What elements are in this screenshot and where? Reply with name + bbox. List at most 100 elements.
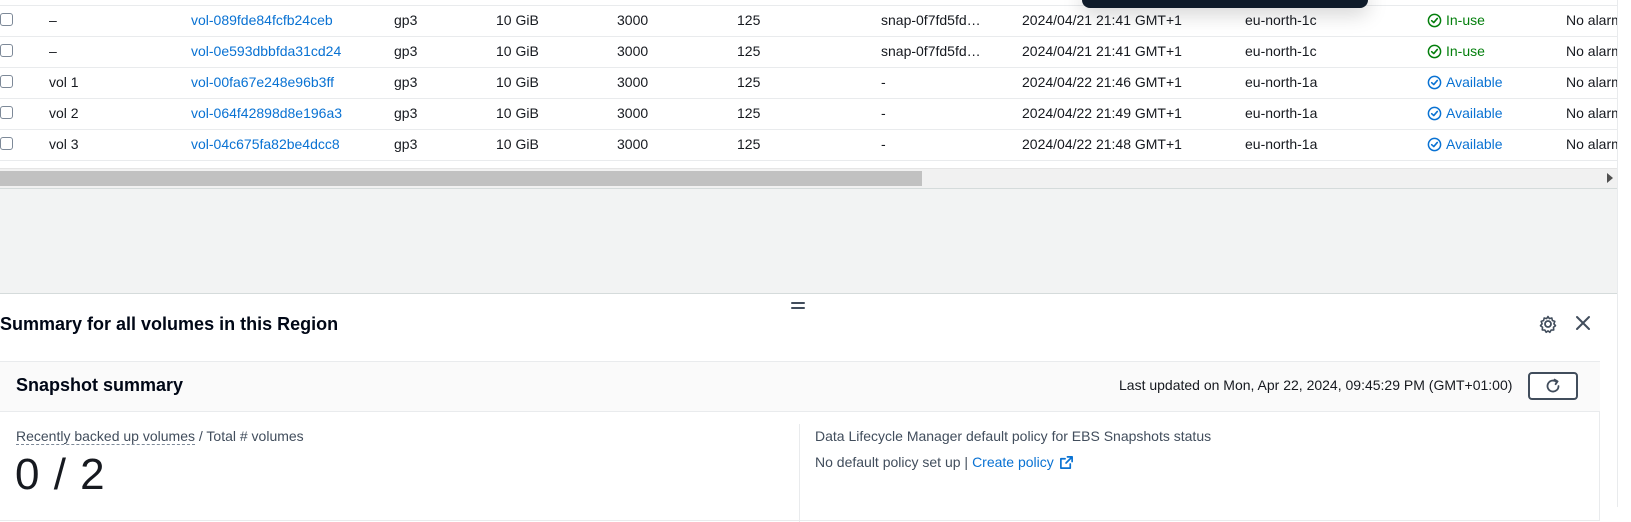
check-circle-icon <box>1427 75 1442 89</box>
volume-alarm-status: No alarms <box>1566 105 1617 121</box>
metric-value: 0 / 2 <box>15 450 106 499</box>
row-checkbox[interactable] <box>0 75 13 88</box>
volume-id-link[interactable]: vol-0e593dbbfda31cd24 <box>191 43 341 59</box>
row-checkbox[interactable] <box>0 106 13 119</box>
volume-state: In-use <box>1427 43 1485 59</box>
check-circle-icon <box>1427 106 1442 120</box>
row-checkbox[interactable] <box>0 13 13 26</box>
volume-name: – <box>49 43 57 59</box>
volumes-table: – vol-089fde84fcfb24ceb gp3 10 GiB 3000 125 sn… <box>0 0 1617 188</box>
volume-az: eu-north-1a <box>1245 136 1318 152</box>
volume-state: In-use <box>1427 12 1485 28</box>
check-circle-icon <box>1427 13 1442 27</box>
last-updated-text: Last updated on Mon, Apr 22, 2024, 09:45… <box>1119 377 1513 393</box>
volume-name: vol 3 <box>49 136 79 152</box>
volume-id-link[interactable]: vol-04c675fa82be4dcc8 <box>191 136 340 152</box>
card-title: Snapshot summary <box>16 375 184 395</box>
volume-created: 2024/04/21 21:41 GMT+1 <box>1022 43 1182 59</box>
volume-type: gp3 <box>394 105 418 121</box>
table-row[interactable]: vol 3 vol-04c675fa82be4dcc8 gp3 10 GiB 3000 1… <box>0 129 1617 161</box>
metric-label: Recently backed up volumes / Total # vol… <box>16 428 304 445</box>
volume-iops: 3000 <box>617 136 649 152</box>
volume-id-link[interactable]: vol-064f42898d8e196a3 <box>191 105 342 121</box>
create-policy-link[interactable]: Create policy <box>972 454 1054 470</box>
volume-iops: 3000 <box>617 43 649 59</box>
volume-size: 10 GiB <box>496 105 539 121</box>
card-header: Snapshot summary Last updated on Mon, Ap… <box>0 362 1600 412</box>
check-circle-icon <box>1427 44 1442 58</box>
volume-iops: 3000 <box>617 74 649 90</box>
dlm-status: No default policy set up | Create policy <box>815 454 1074 470</box>
volume-az: eu-north-1c <box>1245 43 1317 59</box>
volume-throughput: 125 <box>737 136 761 152</box>
volume-throughput: 125 <box>737 43 761 59</box>
volume-name: – <box>49 12 57 28</box>
volume-type: gp3 <box>394 12 418 28</box>
volume-state: Available <box>1427 136 1503 152</box>
close-icon[interactable] <box>1573 313 1593 333</box>
drag-handle-icon[interactable] <box>791 302 805 311</box>
volume-iops: 3000 <box>617 105 649 121</box>
recently-backed-up-link[interactable]: Recently backed up volumes <box>16 428 195 445</box>
volume-alarm-status: No alarms <box>1566 74 1617 90</box>
row-checkbox[interactable] <box>0 44 13 57</box>
scroll-right-arrow-icon[interactable] <box>1607 173 1613 183</box>
split-panel-title: Summary for all volumes in this Region <box>0 314 339 334</box>
dlm-label: Data Lifecycle Manager default policy fo… <box>815 428 1212 444</box>
volume-type: gp3 <box>394 74 418 90</box>
table-row[interactable]: – vol-089fde84fcfb24ceb gp3 10 GiB 3000 125 sn… <box>0 5 1617 37</box>
volume-created: 2024/04/22 21:48 GMT+1 <box>1022 136 1182 152</box>
volume-name: vol 2 <box>49 105 79 121</box>
external-link-icon[interactable] <box>1059 455 1074 470</box>
metric-label-rest: / Total # volumes <box>195 428 304 444</box>
volume-az: eu-north-1c <box>1245 12 1317 28</box>
column-divider <box>799 424 800 522</box>
volume-snapshot: snap-0f7fd5fd… <box>881 43 981 59</box>
volume-state: Available <box>1427 74 1503 90</box>
gear-icon[interactable] <box>1538 314 1558 334</box>
volume-snapshot: - <box>881 136 886 152</box>
table-row[interactable]: vol 2 vol-064f42898d8e196a3 gp3 10 GiB 3000 1… <box>0 98 1617 130</box>
volume-id-link[interactable]: vol-089fde84fcfb24ceb <box>191 12 333 28</box>
volume-throughput: 125 <box>737 105 761 121</box>
volume-state-label: In-use <box>1446 12 1485 28</box>
volume-state-label: Available <box>1446 136 1503 152</box>
table-row[interactable]: vol 1 vol-00fa67e248e96b3ff gp3 10 GiB 3000 1… <box>0 67 1617 99</box>
horizontal-scrollbar[interactable] <box>0 168 1617 188</box>
check-circle-icon <box>1427 137 1442 151</box>
volume-alarm-status: No alarms <box>1566 12 1617 28</box>
volume-created: 2024/04/21 21:41 GMT+1 <box>1022 12 1182 28</box>
volume-size: 10 GiB <box>496 12 539 28</box>
snapshot-summary-card: Snapshot summary Last updated on Mon, Ap… <box>0 361 1600 522</box>
volume-size: 10 GiB <box>496 43 539 59</box>
row-checkbox[interactable] <box>0 137 13 150</box>
refresh-button[interactable] <box>1528 372 1578 400</box>
dlm-status-text: No default policy set up | <box>815 454 969 470</box>
volume-state-label: Available <box>1446 74 1503 90</box>
scrollbar-thumb[interactable] <box>0 171 922 186</box>
volume-throughput: 125 <box>737 74 761 90</box>
right-edge-strip <box>1617 0 1631 507</box>
volume-snapshot: - <box>881 105 886 121</box>
volume-state-label: Available <box>1446 105 1503 121</box>
table-empty-area <box>0 188 1617 295</box>
split-panel: Summary for all volumes in this Region S… <box>0 293 1617 522</box>
volume-state-label: In-use <box>1446 43 1485 59</box>
volume-name: vol 1 <box>49 74 79 90</box>
volume-type: gp3 <box>394 136 418 152</box>
volume-size: 10 GiB <box>496 74 539 90</box>
volume-state: Available <box>1427 105 1503 121</box>
volume-created: 2024/04/22 21:46 GMT+1 <box>1022 74 1182 90</box>
volume-alarm-status: No alarms <box>1566 136 1617 152</box>
volume-snapshot: snap-0f7fd5fd… <box>881 12 981 28</box>
refresh-icon <box>1546 378 1560 393</box>
volume-created: 2024/04/22 21:49 GMT+1 <box>1022 105 1182 121</box>
volume-az: eu-north-1a <box>1245 74 1318 90</box>
volume-iops: 3000 <box>617 12 649 28</box>
volume-az: eu-north-1a <box>1245 105 1318 121</box>
volume-id-link[interactable]: vol-00fa67e248e96b3ff <box>191 74 334 90</box>
table-row[interactable]: – vol-0e593dbbfda31cd24 gp3 10 GiB 3000 125 sn… <box>0 36 1617 68</box>
volume-alarm-status: No alarms <box>1566 43 1617 59</box>
volume-size: 10 GiB <box>496 136 539 152</box>
volume-throughput: 125 <box>737 12 761 28</box>
